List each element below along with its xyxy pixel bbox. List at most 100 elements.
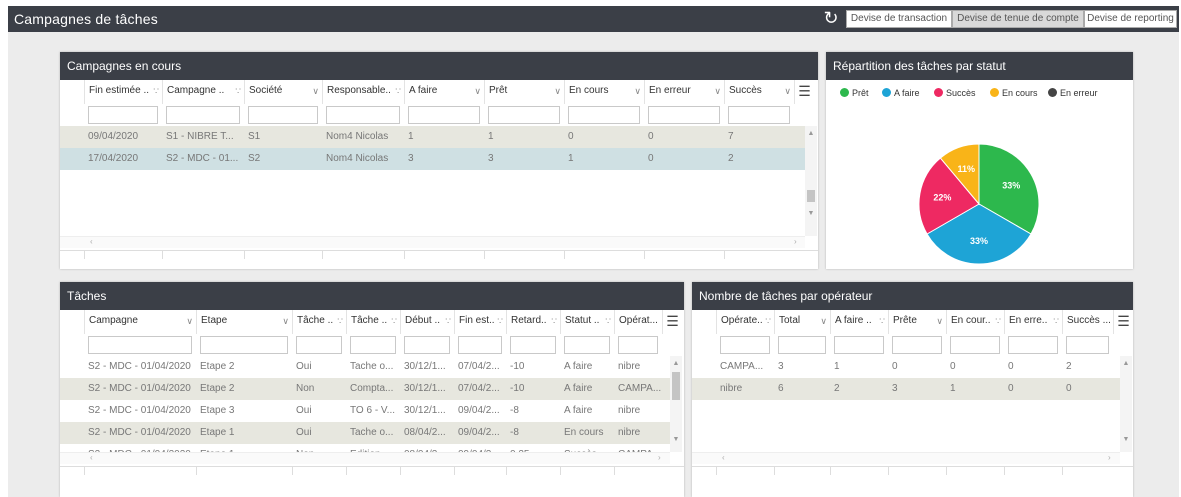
filter-icon[interactable]: ∵: [235, 80, 241, 102]
table-row[interactable]: S2 - MDC - 01/04/2020 Etape 2 Oui Tache o..…: [60, 356, 670, 378]
filter-icon[interactable]: ∵: [551, 310, 557, 332]
filter-icon[interactable]: ∵: [1053, 310, 1059, 332]
chevron-down-icon[interactable]: ∨: [820, 310, 827, 332]
scroll-right-icon[interactable]: ›: [658, 453, 661, 462]
column-filter-input[interactable]: [458, 336, 502, 354]
column-filter-input[interactable]: [834, 336, 884, 354]
column-header[interactable]: En erreur ∨: [644, 80, 724, 104]
column-header[interactable]: Fin estimée .. ∵: [84, 80, 162, 104]
column-header[interactable]: Tâche .. ∵: [346, 310, 400, 334]
column-header[interactable]: Total ∨: [774, 310, 830, 334]
column-filter-input[interactable]: [510, 336, 556, 354]
column-header[interactable]: Succès ∨: [724, 80, 794, 104]
column-header[interactable]: A faire ∨: [404, 80, 484, 104]
column-header[interactable]: Succès ...: [1062, 310, 1113, 334]
table-row[interactable]: S2 - MDC - 01/04/2020 Etape 1 Oui Tache o..…: [60, 422, 670, 444]
chevron-down-icon[interactable]: ∨: [936, 310, 943, 332]
scroll-left-icon[interactable]: ‹: [90, 237, 93, 246]
column-filter-input[interactable]: [564, 336, 610, 354]
column-filter-input[interactable]: [728, 106, 790, 124]
chevron-down-icon[interactable]: ∨: [282, 310, 289, 332]
column-filter-input[interactable]: [166, 106, 240, 124]
column-header[interactable]: Campagne ∨: [84, 310, 196, 334]
filter-icon[interactable]: ∵: [995, 310, 1001, 332]
column-filter-input[interactable]: [618, 336, 658, 354]
table-row[interactable]: S2 - MDC - 01/04/2020Etape 1NonEdition..…: [60, 444, 670, 452]
scroll-up-icon[interactable]: ▲: [1120, 360, 1132, 367]
chevron-down-icon[interactable]: ∨: [714, 80, 721, 102]
column-filter-input[interactable]: [88, 336, 192, 354]
column-header[interactable]: A faire .. ∵: [830, 310, 888, 334]
scroll-left-icon[interactable]: ‹: [90, 453, 93, 462]
chevron-down-icon[interactable]: ∨: [554, 80, 561, 102]
column-header[interactable]: Tâche .. ∵: [292, 310, 346, 334]
operators-vscroll[interactable]: ▲ ▼: [1120, 356, 1132, 452]
column-filter-input[interactable]: [88, 106, 158, 124]
column-filter-input[interactable]: [200, 336, 288, 354]
chevron-down-icon[interactable]: ∨: [474, 80, 481, 102]
column-header[interactable]: Responsable.. ∵: [322, 80, 404, 104]
filter-icon[interactable]: ∵: [497, 310, 503, 332]
column-filter-input[interactable]: [778, 336, 826, 354]
column-header[interactable]: Retard.. ∵: [506, 310, 560, 334]
filter-icon[interactable]: ∵: [153, 80, 159, 102]
column-header[interactable]: Statut .. ∵: [560, 310, 614, 334]
table-row[interactable]: CAMPA... 3 1 0 0 0 2: [692, 356, 1120, 378]
tasks-vscroll[interactable]: ▲ ▼: [670, 356, 682, 452]
chevron-down-icon[interactable]: ∨: [312, 80, 319, 102]
scroll-up-icon[interactable]: ▲: [670, 360, 682, 367]
campaigns-vscroll[interactable]: ▲ ▼: [805, 126, 817, 236]
column-filter-input[interactable]: [248, 106, 318, 124]
table-row[interactable]: 09/04/2020 S1 - NIBRE T... S1 Nom4 Nicolas 1…: [60, 126, 805, 148]
column-filter-input[interactable]: [350, 336, 396, 354]
column-filter-input[interactable]: [296, 336, 342, 354]
scroll-left-icon[interactable]: ‹: [722, 453, 725, 462]
column-filter-input[interactable]: [326, 106, 400, 124]
scroll-down-icon[interactable]: ▼: [670, 436, 682, 443]
filter-icon[interactable]: ∵: [445, 310, 451, 332]
filter-icon[interactable]: ∵: [395, 80, 401, 102]
column-filter-input[interactable]: [1066, 336, 1109, 354]
filter-icon[interactable]: ∵: [605, 310, 611, 332]
column-header[interactable]: Prête ∨: [888, 310, 946, 334]
column-filter-input[interactable]: [408, 106, 480, 124]
chevron-down-icon[interactable]: ∨: [634, 80, 641, 102]
scroll-thumb[interactable]: [807, 190, 815, 202]
column-menu-icon[interactable]: ☰: [662, 310, 682, 334]
operators-hscroll[interactable]: ‹ ›: [692, 452, 1120, 464]
column-header[interactable]: Opérate.. ∵: [716, 310, 774, 334]
column-header[interactable]: Opérat...: [614, 310, 662, 334]
currency-transaction-button[interactable]: Devise de transaction: [846, 10, 952, 28]
column-filter-input[interactable]: [1008, 336, 1058, 354]
filter-icon[interactable]: ∵: [765, 310, 771, 332]
filter-icon[interactable]: ∵: [879, 310, 885, 332]
column-header[interactable]: En erre.. ∵: [1004, 310, 1062, 334]
tasks-hscroll[interactable]: ‹ ›: [60, 452, 670, 464]
column-menu-icon[interactable]: ☰: [794, 80, 814, 104]
column-header[interactable]: Prêt ∨: [484, 80, 564, 104]
column-filter-input[interactable]: [648, 106, 720, 124]
currency-account-button[interactable]: Devise de tenue de compte: [952, 10, 1084, 28]
column-menu-icon[interactable]: ☰: [1113, 310, 1133, 334]
campaigns-hscroll[interactable]: ‹ ›: [60, 236, 805, 248]
column-header[interactable]: Société ∨: [244, 80, 322, 104]
chevron-down-icon[interactable]: ∨: [186, 310, 193, 332]
scroll-right-icon[interactable]: ›: [1108, 453, 1111, 462]
refresh-icon[interactable]: ↻: [821, 8, 841, 28]
column-filter-input[interactable]: [568, 106, 640, 124]
column-header[interactable]: Campagne .. ∵: [162, 80, 244, 104]
column-header[interactable]: Etape ∨: [196, 310, 292, 334]
scroll-right-icon[interactable]: ›: [794, 237, 797, 246]
chevron-down-icon[interactable]: ∨: [784, 80, 791, 102]
table-row[interactable]: 17/04/2020 S2 - MDC - 01... S2 Nom4 Nicolas…: [60, 148, 805, 170]
column-header[interactable]: Début .. ∵: [400, 310, 454, 334]
column-header[interactable]: En cours ∨: [564, 80, 644, 104]
currency-reporting-button[interactable]: Devise de reporting: [1084, 10, 1177, 28]
column-filter-input[interactable]: [892, 336, 942, 354]
scroll-thumb[interactable]: [672, 372, 680, 400]
filter-icon[interactable]: ∵: [391, 310, 397, 332]
scroll-up-icon[interactable]: ▲: [805, 130, 817, 137]
scroll-down-icon[interactable]: ▼: [1120, 436, 1132, 443]
table-row[interactable]: S2 - MDC - 01/04/2020 Etape 3 Oui TO 6 - V.…: [60, 400, 670, 422]
column-filter-input[interactable]: [720, 336, 770, 354]
